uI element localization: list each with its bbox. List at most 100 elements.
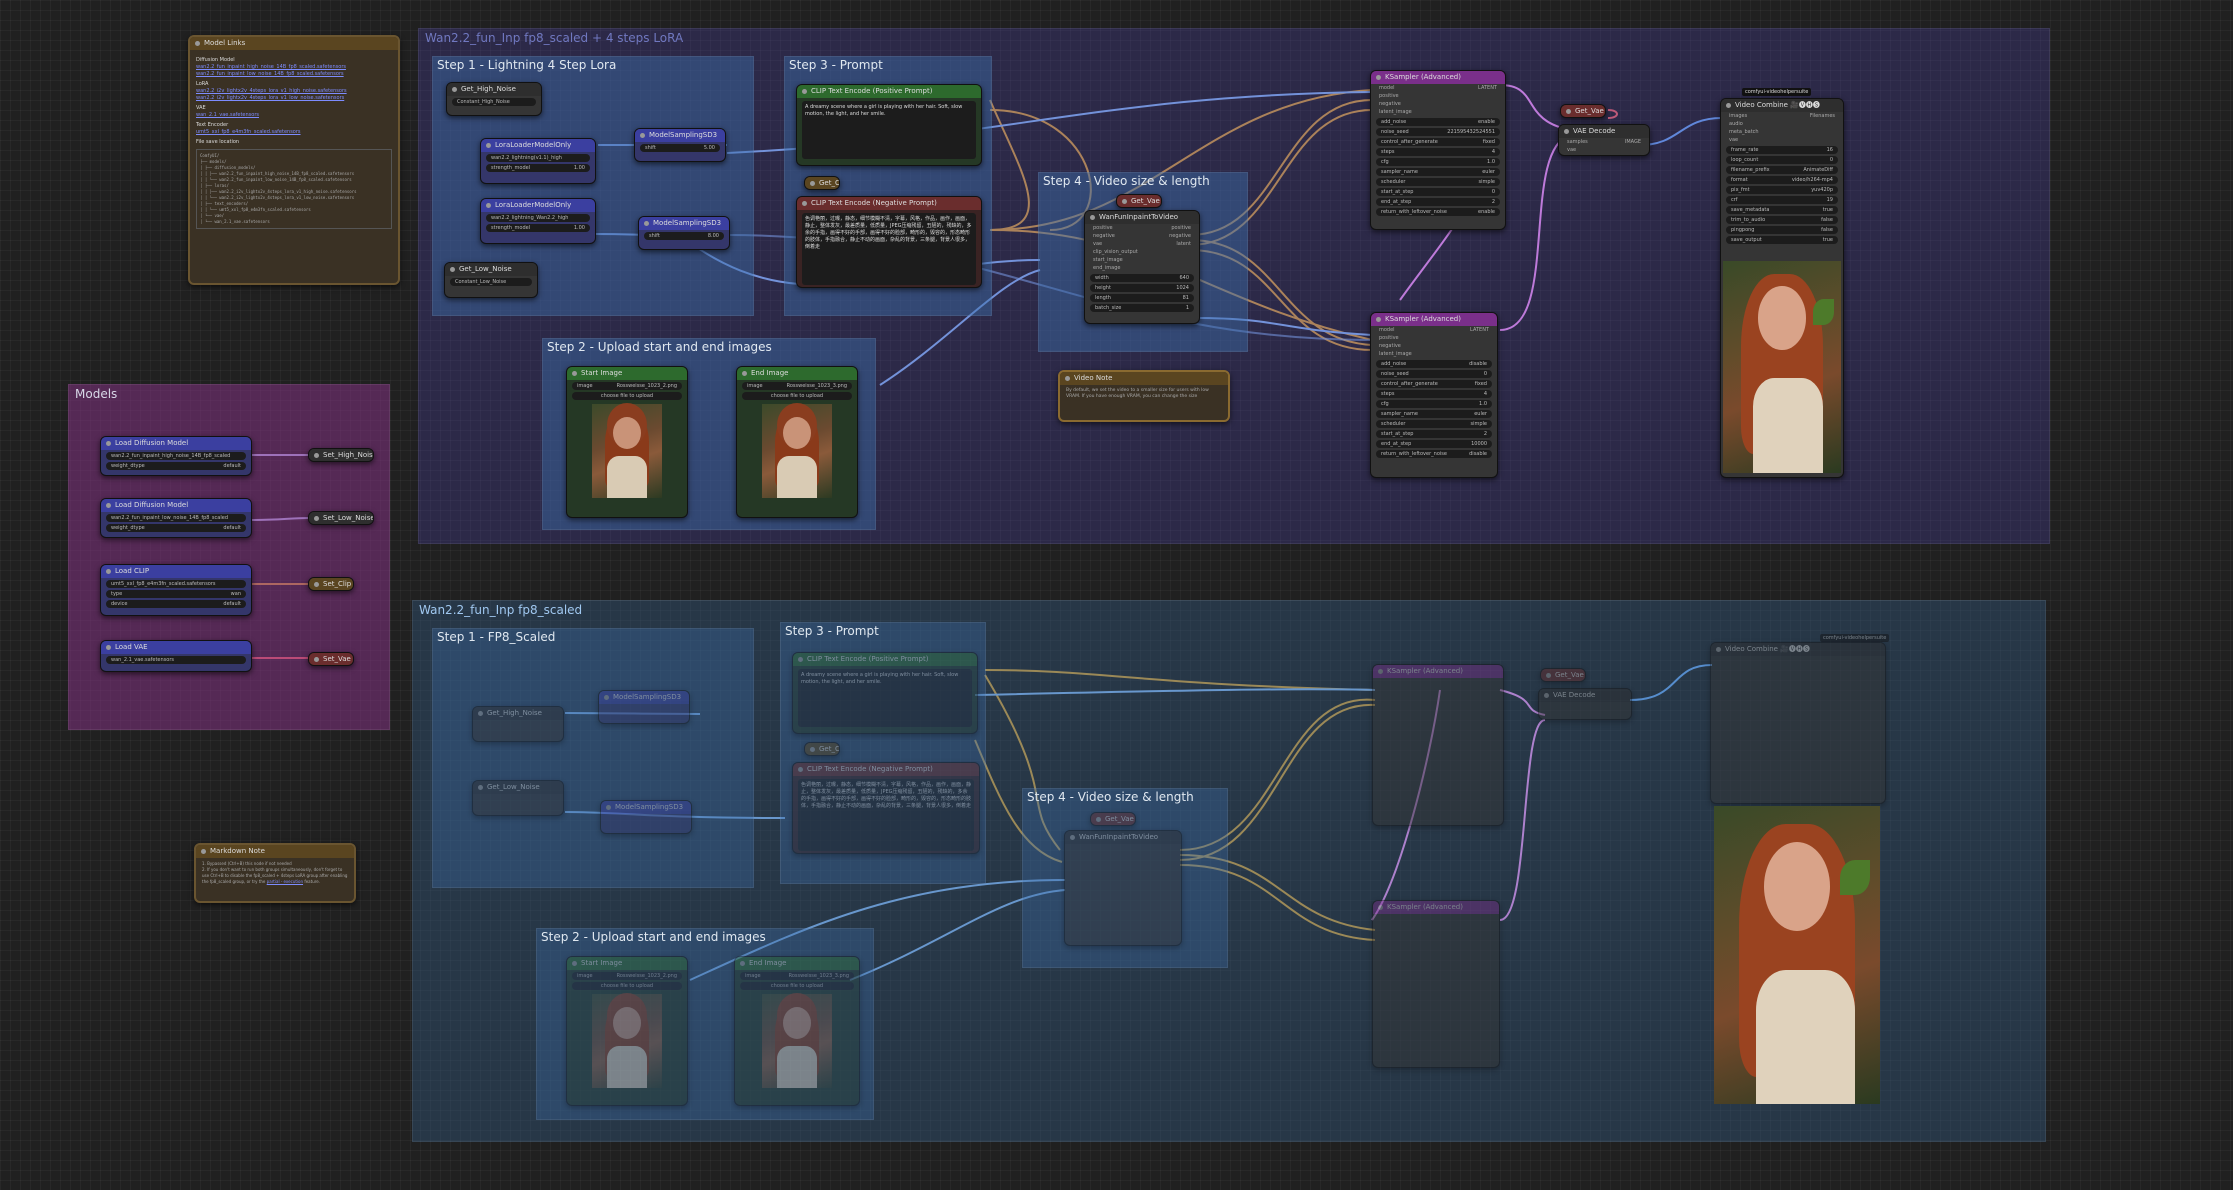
end-image-node[interactable]: End Image image Rossweisse_1023_3.png cho… xyxy=(736,366,858,518)
save-output-toggle[interactable]: save_output true xyxy=(1726,236,1838,244)
frame-rate-input[interactable]: frame_rate 16 xyxy=(1726,146,1838,154)
model-sampling-sd3-high[interactable]: ModelSamplingSD3 shift 5.00 xyxy=(634,128,726,162)
shift-input[interactable]: shift 8.00 xyxy=(644,232,724,240)
model-link[interactable]: wan_2.1_vae.safetensors xyxy=(196,112,392,119)
image-select[interactable]: image Rossweisse_1023_2.png xyxy=(572,972,682,980)
control-after-generate-select[interactable]: control_after_generate fixed xyxy=(1376,380,1492,388)
constant-select[interactable]: Constant_Low_Noise xyxy=(450,278,532,286)
scheduler-select[interactable]: scheduler simple xyxy=(1376,420,1492,428)
start-image-node[interactable]: Start Image image Rossweisse_1023_2.png c… xyxy=(566,366,688,518)
steps-input[interactable]: steps 4 xyxy=(1376,390,1492,398)
get-clip-node-bottom[interactable]: Get_Clip xyxy=(804,742,840,756)
model-link[interactable]: wan2.2_fun_inpaint_high_noise_14B_fp8_sc… xyxy=(196,64,392,71)
length-input[interactable]: length 81 xyxy=(1090,294,1194,302)
vae-decode-node-bottom[interactable]: VAE Decode xyxy=(1538,688,1632,720)
model-link[interactable]: wan2.2_i2v_lightx2v_4steps_lora_v1_high_… xyxy=(196,88,392,95)
cfg-input[interactable]: cfg 1.0 xyxy=(1376,400,1492,408)
ksampler-advanced-bottom-2[interactable]: KSampler (Advanced) xyxy=(1372,900,1500,1068)
markdown-note[interactable]: Markdown Note 1. Bypassed (Ctrl+B) this … xyxy=(194,843,356,903)
image-select[interactable]: image Rossweisse_1023_2.png xyxy=(572,382,682,390)
prompt-textarea[interactable]: 色调艳丽，过曝，静态，细节模糊不清，字幕，风格，作品，画作，画面，静止，整体发灰… xyxy=(798,779,974,851)
load-diffusion-model-high[interactable]: Load Diffusion Model wan2.2_fun_inpaint_… xyxy=(100,436,252,476)
start-at-step-input[interactable]: start_at_step 0 xyxy=(1376,188,1500,196)
wan-fun-inpaint-node-bottom[interactable]: WanFunInpaintToVideo xyxy=(1064,830,1182,946)
get-vae-node-bottom[interactable]: Get_Vae xyxy=(1540,668,1586,682)
image-select[interactable]: image Rossweisse_1023_3.png xyxy=(740,972,854,980)
height-input[interactable]: height 1024 xyxy=(1090,284,1194,292)
get-vae-node-bottom-step4[interactable]: Get_Vae xyxy=(1090,812,1136,826)
set-vae-node[interactable]: Set_Vae xyxy=(308,652,354,666)
unet-name-select[interactable]: wan2.2_fun_inpaint_low_noise_14B_fp8_sca… xyxy=(106,514,246,522)
video-note[interactable]: Video Note By default, we set the video … xyxy=(1058,370,1230,422)
get-high-noise-node-bottom[interactable]: Get_High_Noise xyxy=(472,706,564,742)
end-at-step-input[interactable]: end_at_step 10000 xyxy=(1376,440,1492,448)
return-with-leftover-noise-select[interactable]: return_with_leftover_noise enable xyxy=(1376,208,1500,216)
lora-name-select[interactable]: wan2.2_lightning_Wan2.2_high xyxy=(486,214,590,222)
pingpong-toggle[interactable]: pingpong false xyxy=(1726,226,1838,234)
constant-select[interactable]: Constant_High_Noise xyxy=(452,98,536,106)
end-image-node-bottom[interactable]: End Image image Rossweisse_1023_3.png cho… xyxy=(734,956,860,1106)
negative-prompt-node-bottom[interactable]: CLIP Text Encode (Negative Prompt) 色调艳丽，… xyxy=(792,762,980,854)
get-clip-node[interactable]: Get_Clip xyxy=(804,176,840,190)
lora-strength-input[interactable]: strength_model 1.00 xyxy=(486,224,590,232)
add-noise-select[interactable]: add_noise disable xyxy=(1376,360,1492,368)
sampler-name-select[interactable]: sampler_name euler xyxy=(1376,410,1492,418)
upload-button[interactable]: choose file to upload xyxy=(740,982,854,990)
prompt-textarea[interactable]: A dreamy scene where a girl is playing w… xyxy=(802,101,976,159)
cfg-input[interactable]: cfg 1.0 xyxy=(1376,158,1500,166)
width-input[interactable]: width 640 xyxy=(1090,274,1194,282)
unet-name-select[interactable]: wan2.2_fun_inpaint_high_noise_14B_fp8_sc… xyxy=(106,452,246,460)
pix-fmt-select[interactable]: pix_fmt yuv420p xyxy=(1726,186,1838,194)
lora-strength-input[interactable]: strength_model 1.00 xyxy=(486,164,590,172)
loop-count-input[interactable]: loop_count 0 xyxy=(1726,156,1838,164)
lora-name-select[interactable]: wan2.2_lightning(v1.1)_high xyxy=(486,154,590,162)
set-clip-node[interactable]: Set_Clip xyxy=(308,577,354,591)
partial-execution-link[interactable]: partial - execution xyxy=(267,879,303,884)
video-combine-node-bottom[interactable]: Video Combine 🎥🅥🅗🅢 xyxy=(1710,642,1886,804)
clip-device-select[interactable]: device default xyxy=(106,600,246,608)
end-at-step-input[interactable]: end_at_step 2 xyxy=(1376,198,1500,206)
add-noise-select[interactable]: add_noise enable xyxy=(1376,118,1500,126)
upload-button[interactable]: choose file to upload xyxy=(572,982,682,990)
save-metadata-toggle[interactable]: save_metadata true xyxy=(1726,206,1838,214)
ksampler-advanced-1[interactable]: KSampler (Advanced) model LATENT positive… xyxy=(1370,70,1506,230)
vae-name-select[interactable]: wan_2.1_vae.safetensors xyxy=(106,656,246,664)
upload-button[interactable]: choose file to upload xyxy=(572,392,682,400)
start-image-node-bottom[interactable]: Start Image image Rossweisse_1023_2.png c… xyxy=(566,956,688,1106)
positive-prompt-node[interactable]: CLIP Text Encode (Positive Prompt) A dre… xyxy=(796,84,982,166)
prompt-textarea[interactable]: 色调艳丽，过曝，静态，细节模糊不清，字幕，风格，作品，画作，画面，静止，整体发灰… xyxy=(802,213,976,285)
prompt-textarea[interactable]: A dreamy scene where a girl is playing w… xyxy=(798,669,972,727)
positive-prompt-node-bottom[interactable]: CLIP Text Encode (Positive Prompt) A dre… xyxy=(792,652,978,734)
get-vae-node-top[interactable]: Get_Vae xyxy=(1560,104,1606,118)
load-clip-node[interactable]: Load CLIP umt5_xxl_fp8_e4m3fn_scaled.saf… xyxy=(100,564,252,616)
get-high-noise-node[interactable]: Get_High_Noise Constant_High_Noise xyxy=(446,82,542,116)
weight-dtype-select[interactable]: weight_dtype default xyxy=(106,524,246,532)
model-sampling-sd3-high-bottom[interactable]: ModelSamplingSD3 xyxy=(598,690,690,724)
model-link[interactable]: umt5_xxl_fp8_e4m3fn_scaled.safetensors xyxy=(196,129,392,136)
noise-seed-input[interactable]: noise_seed 0 xyxy=(1376,370,1492,378)
upload-button[interactable]: choose file to upload xyxy=(742,392,852,400)
ksampler-advanced-bottom-1[interactable]: KSampler (Advanced) xyxy=(1372,664,1504,826)
negative-prompt-node[interactable]: CLIP Text Encode (Negative Prompt) 色调艳丽，… xyxy=(796,196,982,288)
set-high-noise-node[interactable]: Set_High_Noise xyxy=(308,448,374,462)
get-vae-node-top-step4[interactable]: Get_Vae xyxy=(1116,194,1162,208)
model-link[interactable]: wan2.2_fun_inpaint_low_noise_14B_fp8_sca… xyxy=(196,71,392,78)
vae-decode-node[interactable]: VAE Decode samples IMAGE vae xyxy=(1558,124,1650,156)
get-low-noise-node-bottom[interactable]: Get_Low_Noise xyxy=(472,780,564,816)
lora-loader-high[interactable]: LoraLoaderModelOnly wan2.2_lightning(v1.… xyxy=(480,138,596,184)
steps-input[interactable]: steps 4 xyxy=(1376,148,1500,156)
get-low-noise-node[interactable]: Get_Low_Noise Constant_Low_Noise xyxy=(444,262,538,298)
format-select[interactable]: format video/h264-mp4 xyxy=(1726,176,1838,184)
set-low-noise-node[interactable]: Set_Low_Noise xyxy=(308,511,374,525)
clip-name-select[interactable]: umt5_xxl_fp8_e4m3fn_scaled.safetensors xyxy=(106,580,246,588)
image-select[interactable]: image Rossweisse_1023_3.png xyxy=(742,382,852,390)
bottom-step1-group[interactable]: Step 1 - FP8_Scaled xyxy=(432,628,754,888)
sampler-name-select[interactable]: sampler_name euler xyxy=(1376,168,1500,176)
load-vae-node[interactable]: Load VAE wan_2.1_vae.safetensors xyxy=(100,640,252,672)
crf-input[interactable]: crf 19 xyxy=(1726,196,1838,204)
scheduler-select[interactable]: scheduler simple xyxy=(1376,178,1500,186)
ksampler-advanced-2[interactable]: KSampler (Advanced) model LATENT positive… xyxy=(1370,312,1498,478)
batch-size-input[interactable]: batch_size 1 xyxy=(1090,304,1194,312)
return-with-leftover-noise-select[interactable]: return_with_leftover_noise disable xyxy=(1376,450,1492,458)
load-diffusion-model-low[interactable]: Load Diffusion Model wan2.2_fun_inpaint_… xyxy=(100,498,252,538)
